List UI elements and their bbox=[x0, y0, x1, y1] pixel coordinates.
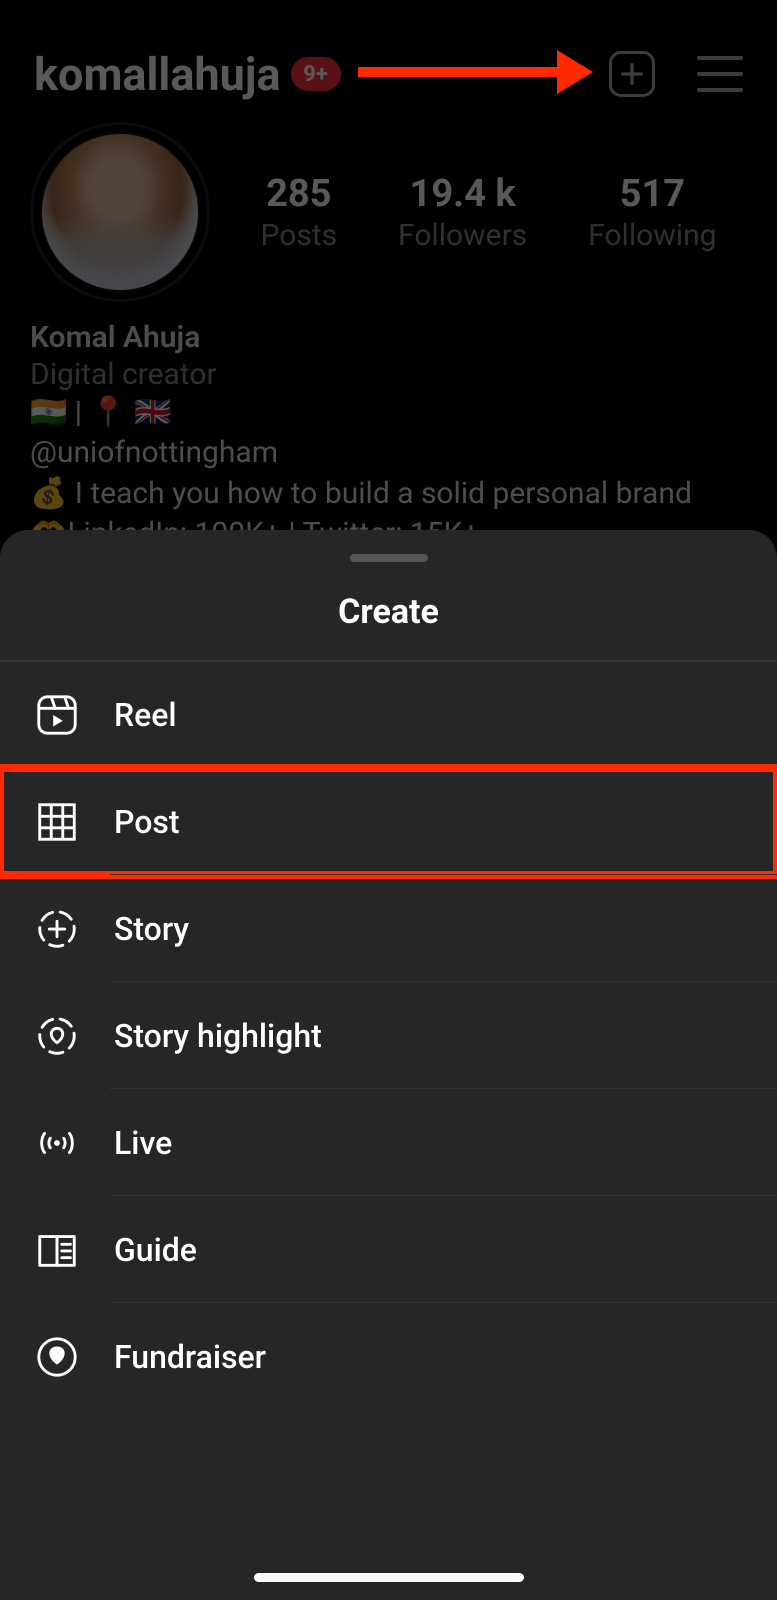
avatar-ring[interactable] bbox=[30, 122, 210, 302]
stat-label: Followers bbox=[398, 218, 527, 253]
sheet-item-reel[interactable]: Reel bbox=[0, 661, 777, 768]
reel-icon bbox=[34, 692, 80, 738]
sheet-drag-handle[interactable] bbox=[350, 554, 428, 562]
sheet-item-label: Post bbox=[114, 803, 180, 841]
sheet-item-label: Reel bbox=[114, 696, 177, 734]
sheet-item-label: Live bbox=[114, 1124, 172, 1162]
create-bottom-sheet: Create Reel bbox=[0, 530, 777, 1600]
sheet-item-label: Story bbox=[114, 910, 189, 948]
home-indicator[interactable] bbox=[254, 1573, 524, 1582]
sheet-item-live[interactable]: Live bbox=[0, 1089, 777, 1196]
stat-followers[interactable]: 19.4 k Followers bbox=[398, 172, 527, 253]
avatar bbox=[40, 132, 200, 292]
display-name: Komal Ahuja bbox=[30, 320, 747, 355]
username[interactable]: komallahuja bbox=[34, 48, 281, 101]
sheet-item-label: Guide bbox=[114, 1231, 197, 1269]
stat-value: 285 bbox=[260, 172, 337, 216]
bio-line-mention: @uniofnottingham bbox=[30, 434, 747, 472]
sheet-item-story[interactable]: Story bbox=[0, 875, 777, 982]
fundraiser-icon bbox=[34, 1334, 80, 1380]
sheet-item-label: Fundraiser bbox=[114, 1338, 266, 1376]
grid-icon bbox=[34, 799, 80, 845]
sheet-title: Create bbox=[0, 592, 777, 661]
guide-icon bbox=[34, 1227, 80, 1273]
sheet-item-fundraiser[interactable]: Fundraiser bbox=[0, 1303, 777, 1410]
profile-bio: Komal Ahuja Digital creator 🇮🇳 | 📍 🇬🇧 @u… bbox=[0, 302, 777, 554]
stat-value: 19.4 k bbox=[398, 172, 527, 216]
profile-header: komallahuja 9+ bbox=[0, 0, 777, 110]
bio-line-teach: 💰 I teach you how to build a solid perso… bbox=[30, 475, 747, 513]
profile-category: Digital creator bbox=[30, 357, 747, 392]
profile-stats-row: 285 Posts 19.4 k Followers 517 Following bbox=[0, 110, 777, 302]
sheet-item-label: Story highlight bbox=[114, 1017, 322, 1055]
notification-badge: 9+ bbox=[291, 57, 341, 91]
annotation-arrow bbox=[358, 60, 593, 84]
bio-line-flags: 🇮🇳 | 📍 🇬🇧 bbox=[30, 394, 747, 432]
live-icon bbox=[34, 1120, 80, 1166]
sheet-item-guide[interactable]: Guide bbox=[0, 1196, 777, 1303]
stat-label: Posts bbox=[260, 218, 337, 253]
create-post-icon[interactable] bbox=[609, 51, 655, 97]
stat-label: Following bbox=[588, 218, 716, 253]
story-icon bbox=[34, 906, 80, 952]
stat-value: 517 bbox=[588, 172, 716, 216]
hamburger-menu-icon[interactable] bbox=[697, 56, 743, 92]
sheet-item-story-highlight[interactable]: Story highlight bbox=[0, 982, 777, 1089]
stat-following[interactable]: 517 Following bbox=[588, 172, 716, 253]
sheet-item-post[interactable]: Post bbox=[0, 768, 777, 875]
highlight-icon bbox=[34, 1013, 80, 1059]
stat-posts[interactable]: 285 Posts bbox=[260, 172, 337, 253]
